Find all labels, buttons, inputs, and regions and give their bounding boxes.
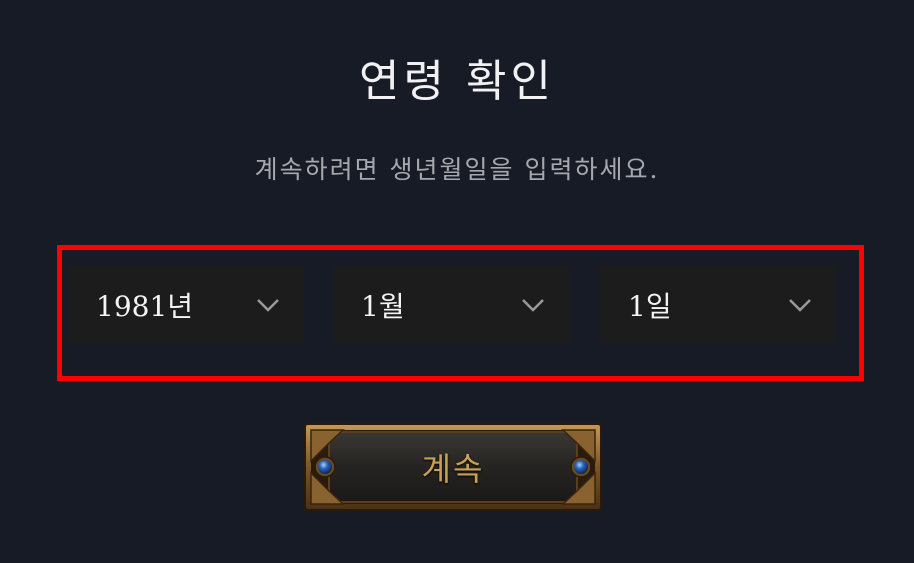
month-select-value: 1월 — [361, 290, 405, 323]
page-subtitle: 계속하려면 생년월일을 입력하세요. — [254, 155, 660, 184]
month-select[interactable]: 1월 — [333, 266, 569, 344]
continue-button-label: 계속 — [421, 450, 485, 488]
year-select-value: 1981년 — [96, 290, 194, 323]
chevron-down-icon — [519, 291, 547, 319]
chevron-down-icon — [254, 291, 282, 319]
continue-button[interactable]: 계속 — [303, 421, 603, 513]
day-select[interactable]: 1일 — [600, 266, 836, 344]
age-verification-page: 연령 확인 계속하려면 생년월일을 입력하세요. 1981년 1월 1일 계속 — [0, 0, 914, 563]
year-select[interactable]: 1981년 — [68, 266, 304, 344]
day-select-value: 1일 — [628, 290, 672, 323]
page-title: 연령 확인 — [359, 56, 555, 107]
chevron-down-icon — [786, 291, 814, 319]
